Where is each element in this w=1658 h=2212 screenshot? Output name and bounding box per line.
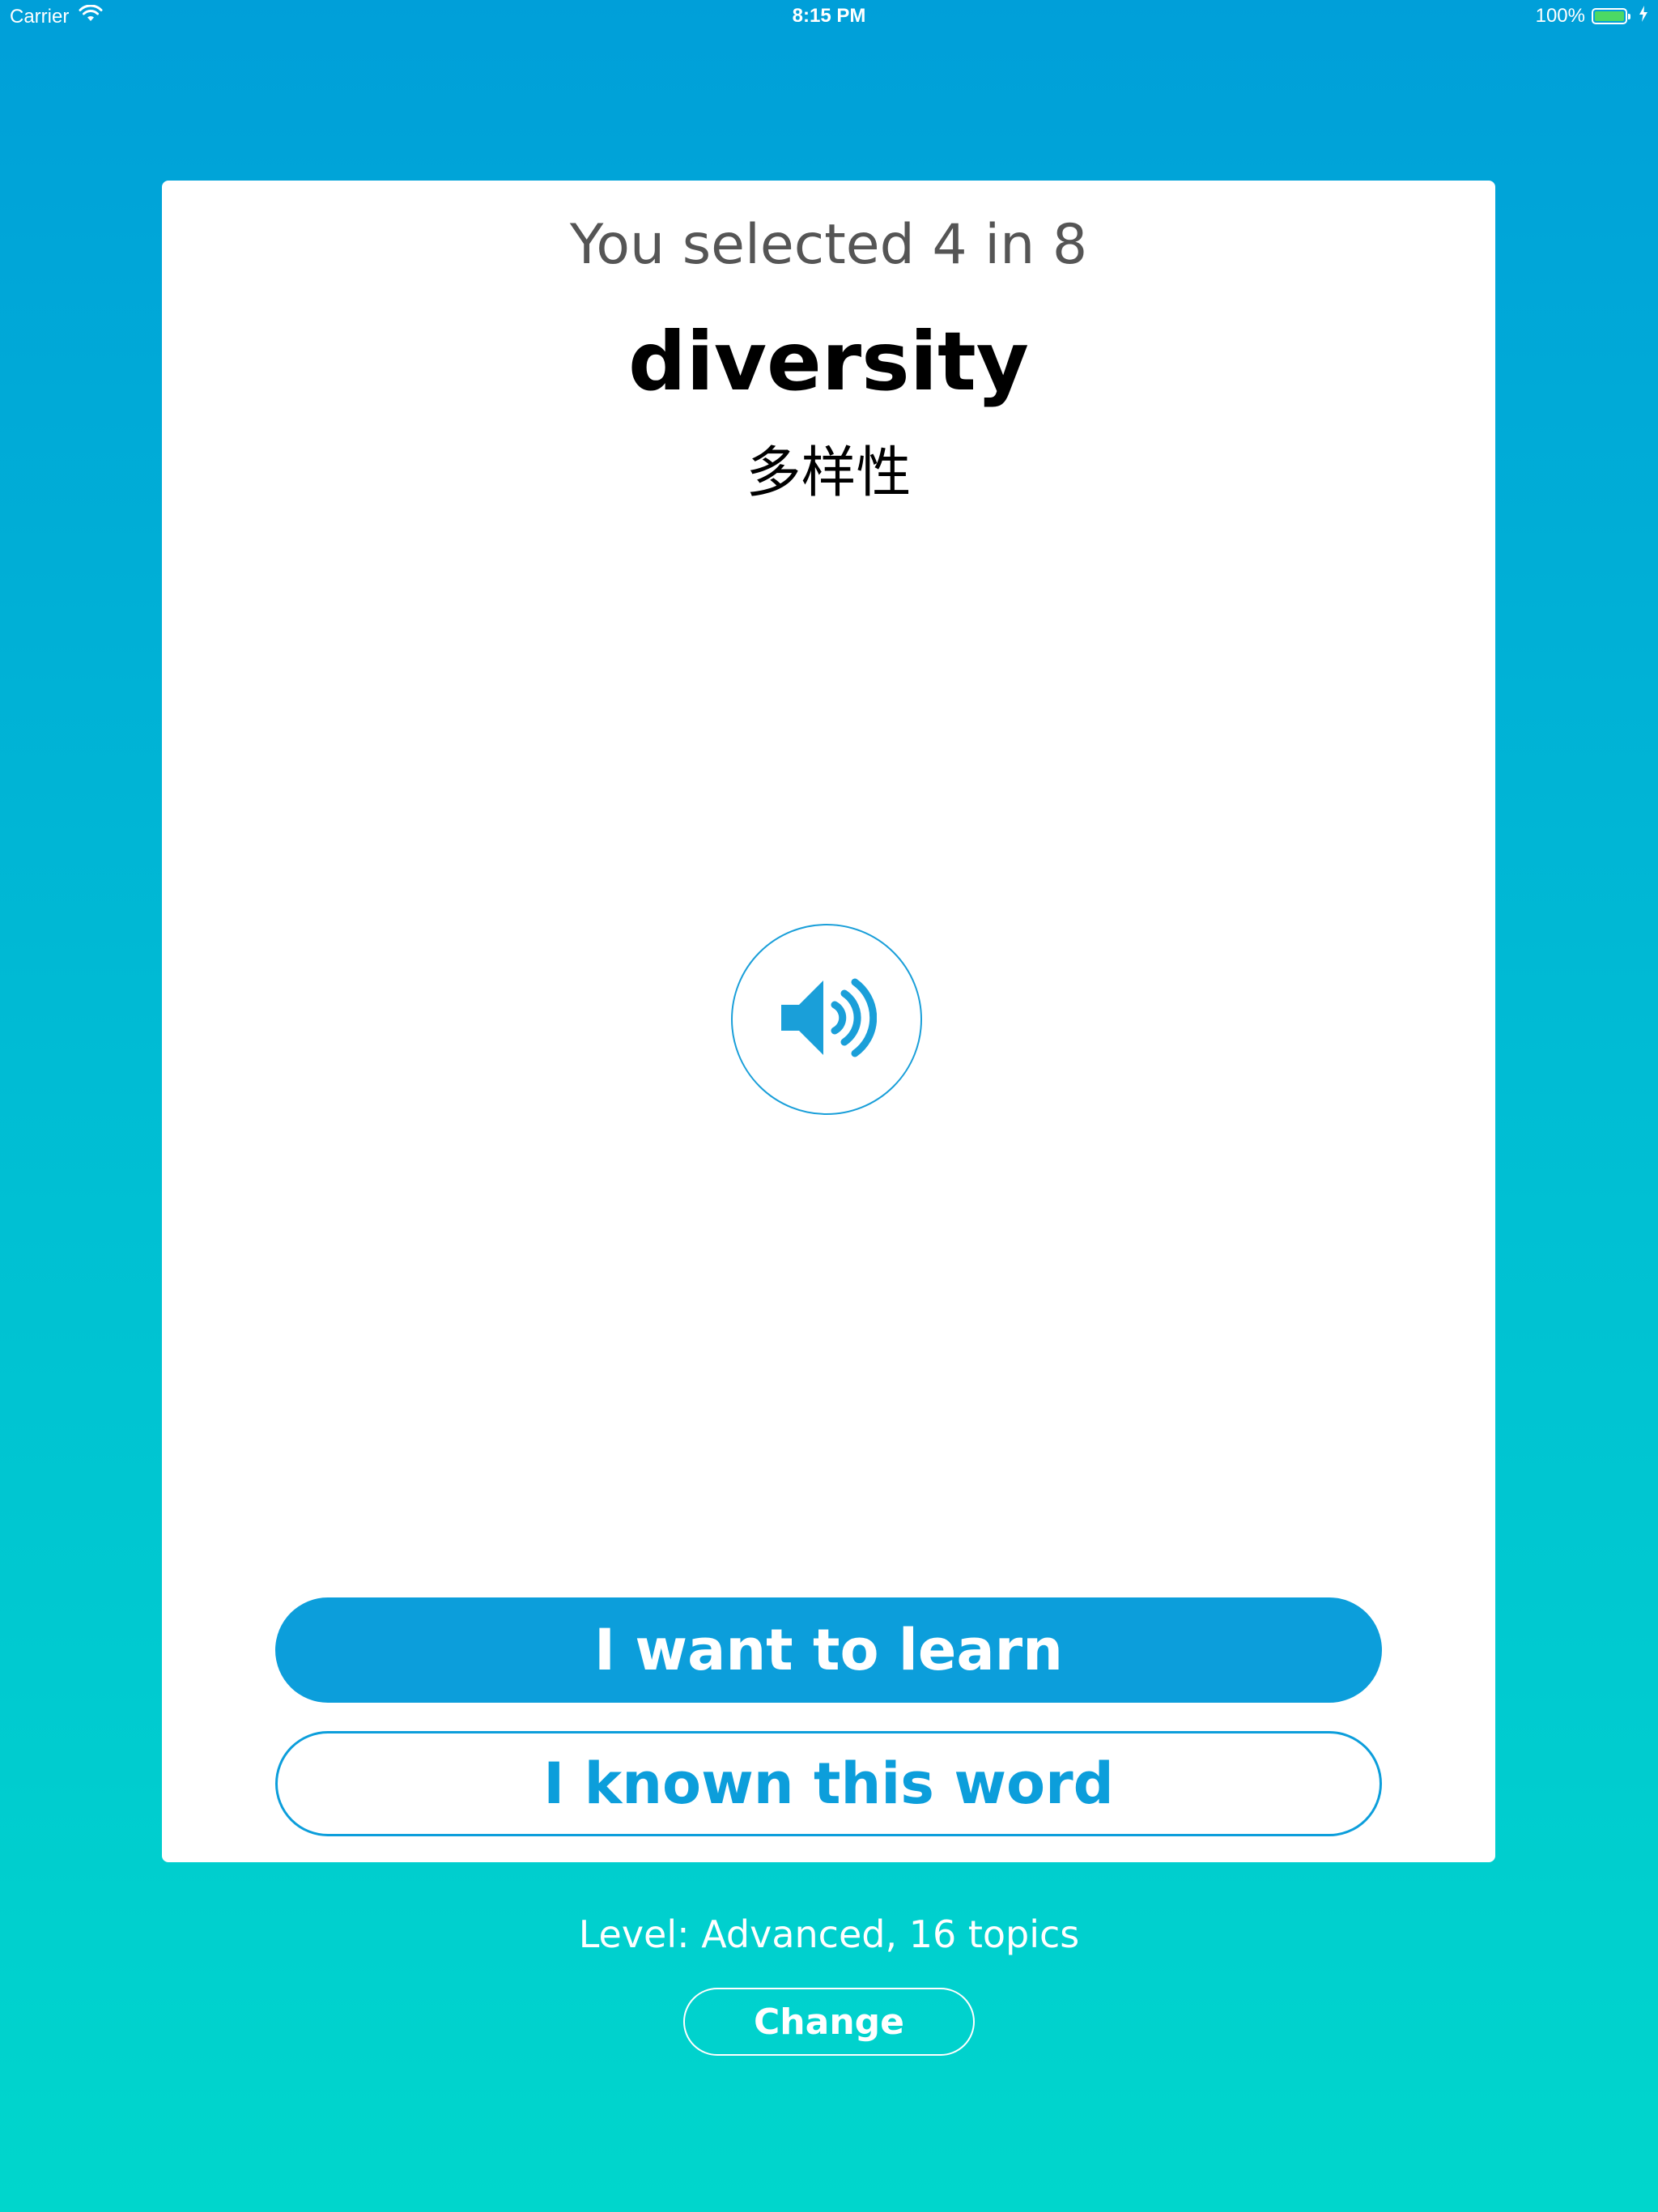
speaker-volume-icon — [776, 968, 878, 1072]
word-translation: 多样性 — [746, 441, 912, 505]
status-right: 100% — [1536, 5, 1648, 28]
battery-fill — [1595, 11, 1624, 21]
word-card: You selected 4 in 8 diversity 多样性 I want… — [162, 181, 1495, 1862]
selection-progress: You selected 4 in 8 — [569, 213, 1088, 277]
play-audio-button[interactable] — [731, 924, 922, 1115]
charging-icon — [1639, 5, 1648, 28]
clock: 8:15 PM — [792, 5, 866, 27]
status-bar: Carrier 8:15 PM 100% — [0, 0, 1658, 32]
level-info: Level: Advanced, 16 topics — [578, 1912, 1080, 1956]
vocabulary-word: diversity — [628, 314, 1029, 409]
battery-icon — [1592, 8, 1630, 24]
change-level-button[interactable]: Change — [683, 1988, 975, 2056]
known-word-button[interactable]: I known this word — [275, 1731, 1382, 1836]
battery-percent: 100% — [1535, 5, 1585, 27]
want-to-learn-button[interactable]: I want to learn — [275, 1597, 1382, 1703]
